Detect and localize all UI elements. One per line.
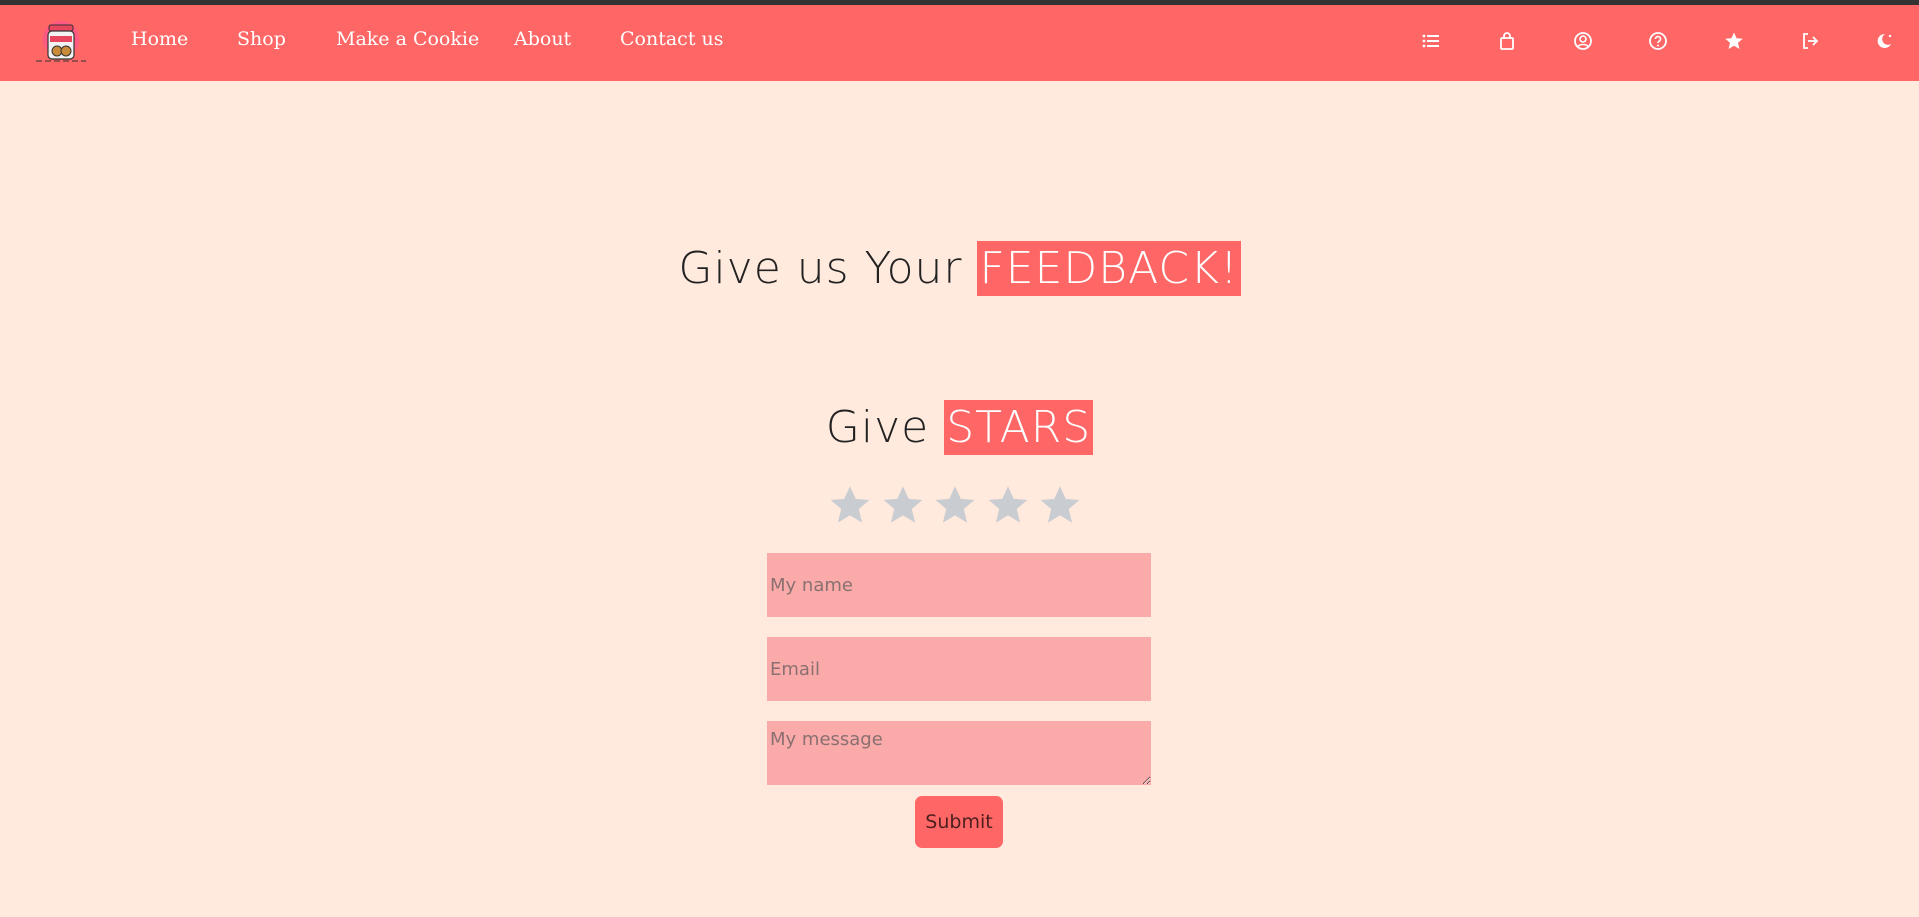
list-icon[interactable] (1421, 31, 1441, 51)
user-circle-icon[interactable] (1573, 31, 1593, 51)
cookie-jar-logo[interactable] (34, 19, 88, 65)
nav-about[interactable]: About (514, 28, 571, 50)
nav-contact-us[interactable]: Contact us (620, 28, 723, 50)
rating-star-1-icon[interactable] (828, 483, 872, 527)
nav-shop[interactable]: Shop (237, 28, 286, 50)
logout-icon[interactable] (1800, 31, 1820, 51)
nav-make-a-cookie[interactable]: Make a Cookie (336, 28, 479, 50)
message-textarea[interactable] (767, 721, 1151, 785)
nav-home[interactable]: Home (131, 28, 188, 50)
theme-toggle-icon[interactable] (1874, 31, 1894, 51)
stars-heading-prefix: Give (825, 402, 945, 453)
stars-heading-highlight: STARS (944, 400, 1094, 455)
rating-star-4-icon[interactable] (986, 483, 1030, 527)
name-input[interactable] (767, 553, 1151, 617)
submit-button[interactable]: Submit (915, 796, 1003, 848)
rating-star-5-icon[interactable] (1038, 483, 1082, 527)
rating-star-3-icon[interactable] (933, 483, 977, 527)
star-rating (828, 483, 1092, 539)
star-icon[interactable] (1724, 31, 1744, 51)
email-input[interactable] (767, 637, 1151, 701)
shopping-bag-icon[interactable] (1497, 31, 1517, 51)
top-navbar: Home Shop Make a Cookie About Contact us (0, 5, 1919, 81)
feedback-heading: Give us Your FEEDBACK! (0, 241, 1919, 296)
stars-heading: Give STARS (0, 400, 1919, 455)
help-circle-icon[interactable] (1648, 31, 1668, 51)
rating-star-2-icon[interactable] (881, 483, 925, 527)
feedback-heading-highlight: FEEDBACK! (977, 241, 1241, 296)
feedback-heading-prefix: Give us Your (678, 243, 978, 294)
